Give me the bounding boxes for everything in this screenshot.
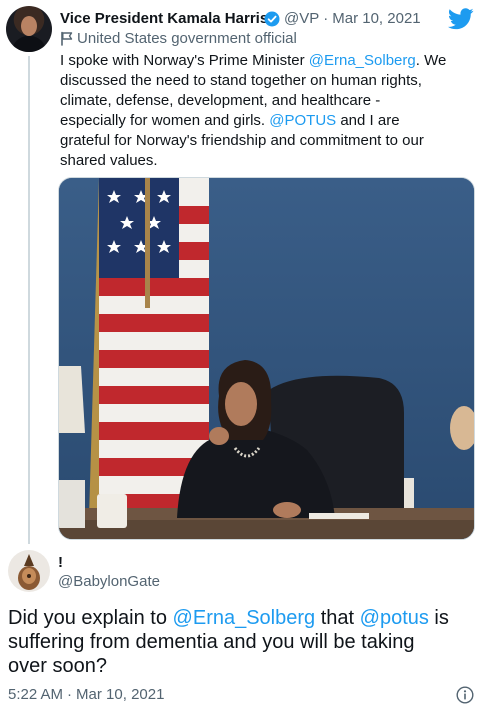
photo-illustration (59, 178, 474, 539)
gov-label-text: United States government official (77, 30, 297, 47)
reply-text: Did you explain to @Erna_Solberg that @p… (8, 606, 478, 678)
text-segment: discussed the need to stand together on … (60, 72, 422, 89)
reply-avatar-art (18, 554, 40, 590)
reply-text-line: suffering from dementia and you will be … (8, 630, 478, 654)
author-avatar[interactable] (6, 6, 52, 52)
text-segment: grateful for Norway's friendship and com… (60, 132, 424, 149)
text-segment: is (428, 607, 449, 629)
text-segment: that (315, 607, 360, 629)
reply-time: 5:22 AM (8, 686, 64, 703)
avatar-body (12, 36, 46, 52)
reply-author-name[interactable]: ! (58, 554, 63, 571)
mention-link[interactable]: @POTUS (269, 112, 336, 129)
thread-connector-line (28, 56, 30, 544)
tweet-date[interactable]: Mar 10, 2021 (332, 10, 420, 27)
info-icon[interactable] (456, 686, 474, 704)
tweet-photo[interactable] (58, 177, 475, 540)
tweet-text-line: climate, defense, development, and healt… (60, 91, 474, 111)
meta-separator: · (323, 10, 329, 27)
tweet-text-line: grateful for Norway's friendship and com… (60, 131, 474, 151)
tweet-text: I spoke with Norway's Prime Minister @Er… (60, 51, 474, 171)
text-segment: . We (415, 52, 447, 69)
text-segment: especially for women and girls. (60, 112, 270, 129)
tweet-meta: @VP · Mar 10, 2021 (284, 10, 425, 27)
flag-icon (61, 31, 73, 46)
reply-timestamp[interactable]: 5:22 AM · Mar 10, 2021 (8, 686, 168, 703)
text-segment: I spoke with Norway's Prime Minister (60, 52, 309, 69)
text-segment: Did you explain to (8, 607, 173, 629)
reply-text-line: Did you explain to @Erna_Solberg that @p… (8, 606, 478, 630)
reply-avatar[interactable] (8, 550, 50, 592)
text-segment: over soon? (8, 655, 107, 677)
mention-link[interactable]: @Erna_Solberg (173, 607, 316, 629)
tweet-text-line: I spoke with Norway's Prime Minister @Er… (60, 51, 474, 71)
text-segment: shared values. (60, 152, 158, 169)
text-segment: suffering from dementia and you will be … (8, 631, 415, 653)
text-segment: climate, defense, development, and healt… (60, 92, 381, 109)
mention-link[interactable]: @potus (360, 607, 429, 629)
verified-badge-icon (264, 11, 280, 27)
reply-text-line: over soon? (8, 654, 478, 678)
reply-author-handle[interactable]: @BabylonGate (58, 573, 160, 590)
timestamp-separator: · (67, 686, 73, 703)
mention-link[interactable]: @Erna_Solberg (309, 52, 416, 69)
text-segment: and I are (336, 112, 400, 129)
twitter-bird-icon[interactable] (448, 8, 474, 30)
author-name[interactable]: Vice President Kamala Harris (60, 10, 268, 27)
author-handle[interactable]: @VP (284, 10, 319, 27)
tweet-text-line: especially for women and girls. @POTUS a… (60, 111, 474, 131)
avatar-face (21, 16, 37, 36)
tweet-text-line: discussed the need to stand together on … (60, 71, 474, 91)
gov-official-label: United States government official (60, 30, 297, 47)
reply-date: Mar 10, 2021 (76, 686, 165, 703)
tweet-text-line: shared values. (60, 151, 474, 171)
